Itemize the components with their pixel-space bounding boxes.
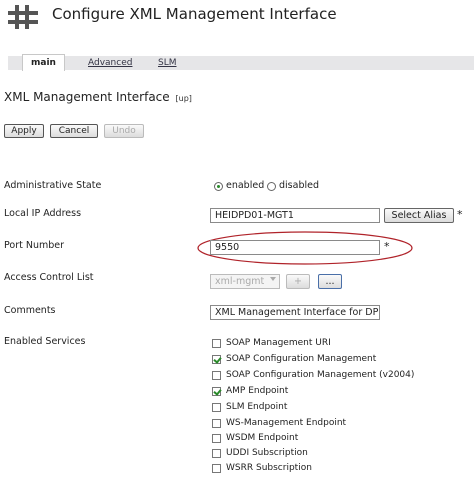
local-ip-input[interactable]: HEIDPD01-MGT1 (210, 208, 380, 223)
enabled-radio[interactable] (214, 182, 223, 191)
tab-main[interactable]: main (22, 54, 65, 71)
acl-select-value: xml-mgmt (215, 276, 265, 287)
status-badge: [up] (175, 94, 192, 103)
port-input[interactable]: 9550 (210, 240, 380, 255)
admin-state-label: Administrative State (4, 180, 102, 191)
port-label: Port Number (4, 240, 65, 251)
chevron-down-icon (270, 277, 276, 281)
comments-input[interactable]: XML Management Interface for DPI (210, 305, 380, 320)
service-label: WS-Management Endpoint (226, 418, 347, 428)
undo-button[interactable]: Undo (104, 124, 144, 138)
service-label: SOAP Management URI (226, 338, 331, 348)
enabled-label: enabled (226, 180, 265, 191)
section-title: XML Management Interface [up] (4, 90, 192, 104)
service-label: UDDI Subscription (226, 448, 308, 458)
acl-add-button[interactable]: + (286, 274, 310, 289)
service-checkbox[interactable] (212, 434, 221, 443)
disabled-radio[interactable] (267, 182, 276, 191)
tab-advanced[interactable]: Advanced (88, 58, 132, 68)
select-alias-button[interactable]: Select Alias (384, 208, 454, 223)
apply-button[interactable]: Apply (4, 124, 44, 138)
service-label: WSRR Subscription (226, 463, 312, 473)
cancel-button[interactable]: Cancel (50, 124, 98, 138)
service-checkbox[interactable] (212, 339, 221, 348)
service-checkbox[interactable] (212, 403, 221, 412)
page-title: Configure XML Management Interface (52, 5, 337, 23)
local-ip-label: Local IP Address (4, 208, 82, 219)
disabled-label: disabled (279, 180, 319, 191)
required-marker: * (457, 208, 463, 221)
comments-label: Comments (4, 305, 56, 316)
service-label: WSDM Endpoint (226, 433, 299, 443)
service-label: SOAP Configuration Management (v2004) (226, 370, 415, 380)
tab-slm[interactable]: SLM (158, 58, 177, 68)
service-checkbox[interactable] (212, 419, 221, 428)
service-checkbox[interactable] (212, 449, 221, 458)
datapower-grid-icon (8, 5, 38, 29)
acl-label: Access Control List (4, 272, 94, 283)
service-label: AMP Endpoint (226, 386, 289, 396)
service-checkbox[interactable] (212, 355, 221, 364)
service-checkbox[interactable] (212, 371, 221, 380)
section-title-text: XML Management Interface (4, 90, 170, 104)
enabled-services-label: Enabled Services (4, 336, 86, 347)
service-checkbox[interactable] (212, 464, 221, 473)
tab-bar (8, 56, 474, 70)
required-marker: * (384, 240, 390, 253)
service-label: SOAP Configuration Management (226, 354, 377, 364)
service-label: SLM Endpoint (226, 402, 288, 412)
service-checkbox[interactable] (212, 387, 221, 396)
acl-edit-button[interactable]: ... (318, 274, 342, 289)
